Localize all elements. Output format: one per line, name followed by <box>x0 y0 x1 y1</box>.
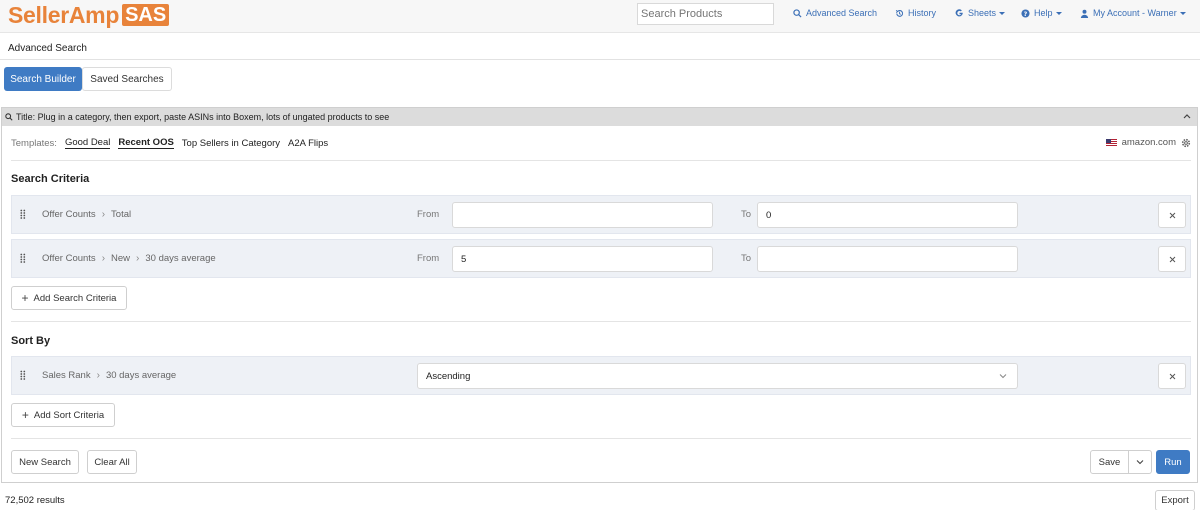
tab-search-builder[interactable]: Search Builder <box>4 67 82 91</box>
nav-history-label: History <box>908 8 937 18</box>
nav-help-label: Help <box>1034 8 1053 18</box>
criteria-path-item: 30 days average <box>145 253 216 264</box>
criteria-path-item: Offer Counts <box>42 253 96 264</box>
from-input[interactable] <box>452 202 713 228</box>
history-icon <box>895 9 904 17</box>
us-flag-icon <box>1105 139 1117 146</box>
criteria-path-item: Offer Counts <box>42 209 96 220</box>
templates-label: Templates: <box>11 137 57 149</box>
chevron-right-icon: › <box>101 253 106 264</box>
brand-suffix: SAS <box>122 4 170 26</box>
criteria-path-item: New <box>111 253 131 264</box>
criteria-row: Offer Counts › New › 30 days average Fro… <box>11 239 1191 278</box>
chevron-down-icon <box>999 374 1007 379</box>
search-icon <box>793 8 802 18</box>
remove-sort-button[interactable] <box>1158 363 1186 389</box>
from-label: From <box>417 209 440 220</box>
plus-icon: + <box>21 291 29 305</box>
chevron-down-icon <box>999 11 1006 15</box>
nav-help[interactable]: ? Help <box>1021 0 1062 26</box>
google-icon <box>955 8 963 16</box>
plus-icon: + <box>21 408 29 422</box>
template-recent-oos[interactable]: Recent OOS <box>118 137 174 149</box>
close-icon <box>1169 373 1175 379</box>
chevron-down-icon <box>1136 460 1144 465</box>
chevron-down-icon <box>1055 11 1062 15</box>
search-icon <box>5 113 13 121</box>
search-panel: Title: Plug in a category, then export, … <box>1 107 1198 483</box>
add-search-criteria-button[interactable]: + Add Search Criteria <box>11 286 127 310</box>
search-products-input[interactable] <box>637 3 774 25</box>
criteria-path-item: Total <box>111 209 132 220</box>
add-search-criteria-label: Add Search Criteria <box>33 292 117 304</box>
question-icon: ? <box>1021 8 1030 17</box>
chevron-right-icon: › <box>96 370 100 381</box>
to-input[interactable]: 0 <box>757 202 1018 228</box>
template-a2a-flips[interactable]: A2A Flips <box>288 138 328 149</box>
export-button[interactable]: Export <box>1155 490 1195 510</box>
divider <box>11 160 1191 161</box>
marketplace-label: amazon.com <box>1121 137 1176 148</box>
divider <box>11 438 1191 439</box>
user-icon <box>1080 9 1089 18</box>
nav-sheets-label: Sheets <box>968 8 997 18</box>
run-button[interactable]: Run <box>1156 450 1190 474</box>
to-label: To <box>741 209 752 220</box>
chevron-down-icon <box>1179 11 1186 15</box>
gear-icon[interactable] <box>1181 138 1191 148</box>
to-input[interactable] <box>757 246 1018 272</box>
top-nav: SellerAmp SAS Advanced Search History Sh… <box>0 0 1200 33</box>
svg-text:?: ? <box>1024 10 1028 17</box>
criteria-path: Offer Counts › Total <box>42 196 131 233</box>
from-label: From <box>417 253 440 264</box>
search-panel-header[interactable]: Title: Plug in a category, then export, … <box>2 108 1197 126</box>
drag-handle-icon[interactable] <box>20 209 26 219</box>
sort-path: Sales Rank › 30 days average <box>42 357 176 394</box>
divider <box>0 59 1200 60</box>
chevron-right-icon: › <box>136 253 140 264</box>
nav-sheets[interactable]: Sheets <box>955 0 1006 26</box>
drag-handle-icon[interactable] <box>20 253 26 263</box>
nav-advanced-search-label: Advanced Search <box>806 8 878 18</box>
from-input[interactable]: 5 <box>452 246 713 272</box>
add-sort-criteria-button[interactable]: + Add Sort Criteria <box>11 403 115 427</box>
close-icon <box>1169 212 1175 218</box>
add-sort-criteria-label: Add Sort Criteria <box>33 409 105 421</box>
sort-order-value: Ascending <box>426 371 471 382</box>
results-count: 72,502 results <box>5 495 65 506</box>
page-title: Advanced Search <box>8 43 87 54</box>
search-criteria-title: Search Criteria <box>11 173 90 185</box>
templates-bar: Templates: Good Deal Recent OOS Top Sell… <box>11 137 328 149</box>
remove-criteria-button[interactable] <box>1158 246 1186 272</box>
sort-path-item: 30 days average <box>105 370 177 381</box>
tab-saved-searches[interactable]: Saved Searches <box>82 67 172 91</box>
clear-all-button[interactable]: Clear All <box>87 450 137 474</box>
nav-my-account-label: My Account - Warner <box>1093 8 1177 18</box>
template-top-sellers[interactable]: Top Sellers in Category <box>182 138 280 149</box>
to-label: To <box>741 253 752 264</box>
sort-by-title: Sort By <box>11 335 51 347</box>
sort-order-select[interactable]: Ascending <box>417 363 1018 389</box>
sort-path-item: Sales Rank <box>42 370 91 381</box>
drag-handle-icon[interactable] <box>20 370 26 380</box>
divider <box>11 321 1191 322</box>
nav-history[interactable]: History <box>895 0 936 26</box>
sort-row: Sales Rank › 30 days average Ascending <box>11 356 1191 395</box>
template-good-deal[interactable]: Good Deal <box>64 137 111 149</box>
chevron-up-icon[interactable] <box>1183 113 1191 119</box>
remove-criteria-button[interactable] <box>1158 202 1186 228</box>
close-icon <box>1169 256 1175 262</box>
brand-logo[interactable]: SellerAmp SAS <box>8 1 170 28</box>
marketplace-selector[interactable]: amazon.com <box>1105 137 1191 148</box>
nav-advanced-search[interactable]: Advanced Search <box>793 0 877 26</box>
brand-name: SellerAmp <box>8 1 120 28</box>
search-title: Title: Plug in a category, then export, … <box>16 112 390 122</box>
new-search-button[interactable]: New Search <box>11 450 79 474</box>
nav-my-account[interactable]: My Account - Warner <box>1080 0 1186 26</box>
save-button[interactable]: Save <box>1090 450 1129 474</box>
save-options-button[interactable] <box>1128 450 1152 474</box>
criteria-path: Offer Counts › New › 30 days average <box>42 240 216 277</box>
criteria-row: Offer Counts › Total From To 0 <box>11 195 1191 234</box>
chevron-right-icon: › <box>101 209 106 220</box>
